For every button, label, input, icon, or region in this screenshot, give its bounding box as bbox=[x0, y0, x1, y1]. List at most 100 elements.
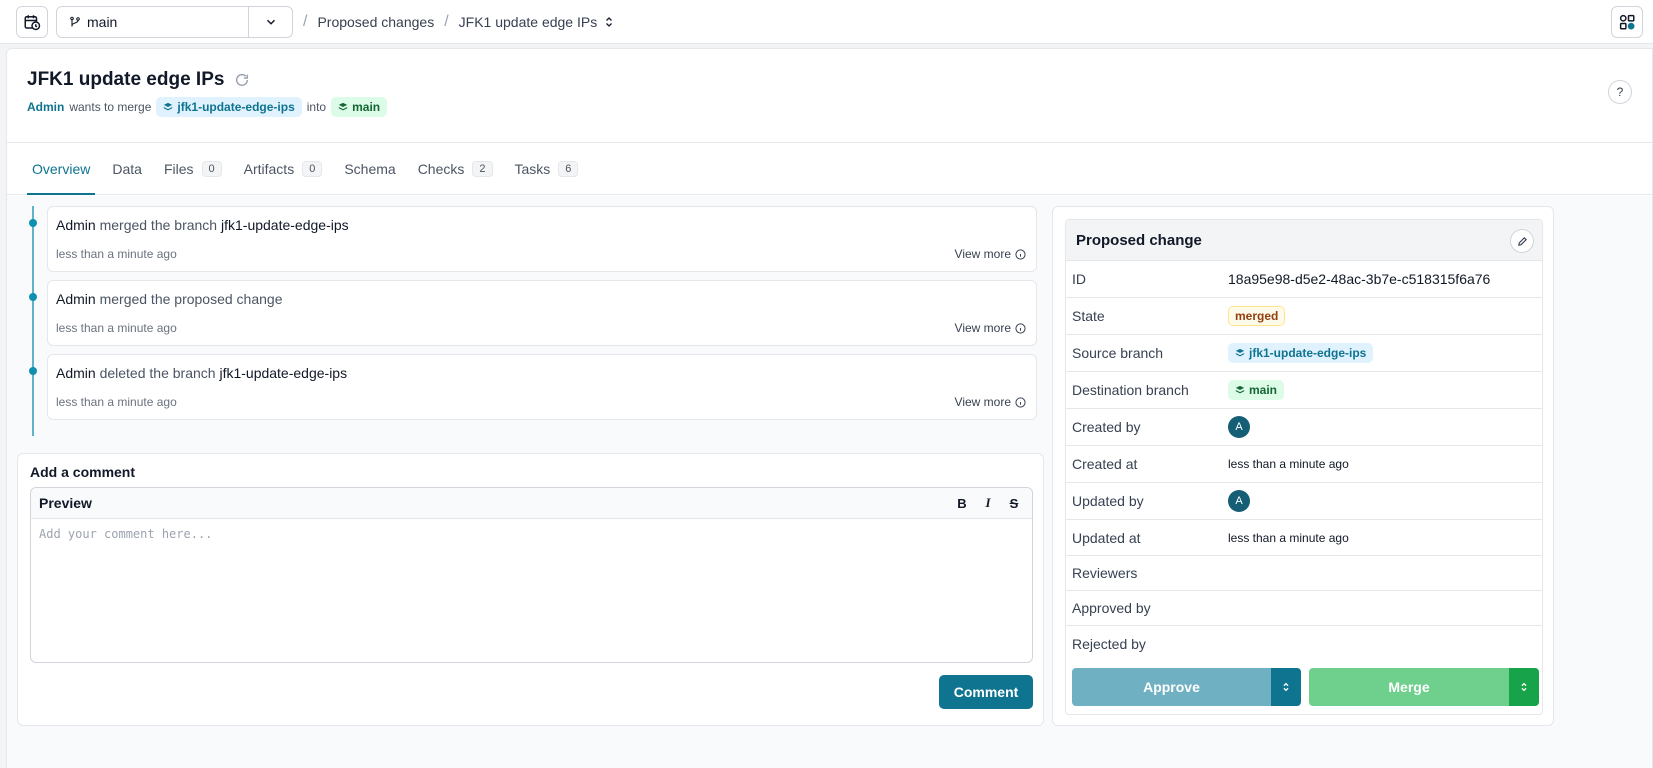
tab-files[interactable]: Files 0 bbox=[159, 143, 227, 194]
calendar-clock-icon bbox=[24, 14, 41, 30]
tab-bar: Overview Data Files 0 Artifacts 0 Schema C… bbox=[7, 143, 1652, 195]
state-badge: merged bbox=[1228, 306, 1286, 326]
approve-options-button[interactable] bbox=[1271, 668, 1301, 706]
branch-dropdown-button[interactable] bbox=[248, 6, 292, 37]
add-comment-title: Add a comment bbox=[30, 464, 136, 480]
detail-row-rejected-by: Rejected by bbox=[1066, 626, 1542, 661]
tab-label: Artifacts bbox=[243, 160, 295, 177]
tab-tasks[interactable]: Tasks 6 bbox=[510, 143, 584, 194]
avatar[interactable]: A bbox=[1228, 416, 1250, 438]
event-action: merged the branch bbox=[99, 217, 218, 233]
apps-menu-button[interactable] bbox=[1611, 6, 1643, 38]
tab-label: Data bbox=[112, 160, 142, 177]
chevron-down-icon bbox=[266, 19, 275, 25]
detail-row-created-by: Created by A bbox=[1066, 409, 1542, 446]
branch-selector-value[interactable]: main bbox=[57, 14, 248, 30]
event-time: less than a minute ago bbox=[56, 247, 177, 261]
detail-row-id: ID 18a95e98-d5e2-48ac-3b7e-c518315f6a76 bbox=[1066, 261, 1542, 298]
view-more-link[interactable]: View more bbox=[955, 321, 1026, 335]
breadcrumb-current[interactable]: JFK1 update edge IPs bbox=[459, 14, 616, 30]
calendar-clock-button[interactable] bbox=[16, 5, 48, 38]
add-comment-card: Add a comment Preview B I S Comment bbox=[17, 453, 1044, 726]
timeline-dot bbox=[29, 293, 37, 301]
proposed-change-panel: JFK1 update edge IPs Admin wants to merg… bbox=[6, 48, 1653, 768]
source-branch-name: jfk1-update-edge-ips bbox=[1249, 346, 1367, 360]
breadcrumb-proposed-changes[interactable]: Proposed changes bbox=[317, 14, 434, 30]
view-more-link[interactable]: View more bbox=[955, 247, 1026, 261]
timeline-event: Admin merged the proposed change less th… bbox=[29, 280, 1037, 346]
timeline-event: Admin deleted the branch jfk1-update-edg… bbox=[29, 354, 1037, 420]
tab-artifacts[interactable]: Artifacts 0 bbox=[239, 143, 328, 194]
chevrons-up-down-icon bbox=[1283, 682, 1289, 692]
created-at-value: less than a minute ago bbox=[1228, 457, 1349, 471]
source-branch-pill[interactable]: jfk1-update-edge-ips bbox=[1228, 343, 1374, 363]
tab-label: Schema bbox=[344, 160, 396, 177]
strikethrough-button[interactable]: S bbox=[1004, 493, 1024, 513]
event-time: less than a minute ago bbox=[56, 395, 177, 409]
tab-overview[interactable]: Overview bbox=[27, 143, 96, 195]
view-more-label: View more bbox=[954, 247, 1011, 261]
detail-row-approved-by: Approved by bbox=[1066, 591, 1542, 626]
comment-submit-button[interactable]: Comment bbox=[939, 675, 1033, 709]
apps-icon bbox=[1619, 14, 1635, 30]
tab-data[interactable]: Data bbox=[107, 143, 147, 194]
help-button[interactable]: ? bbox=[1608, 80, 1632, 104]
detail-label: Destination branch bbox=[1072, 382, 1189, 398]
detail-row-state: State merged bbox=[1066, 298, 1542, 335]
tab-label: Overview bbox=[32, 160, 91, 177]
merge-options-button[interactable] bbox=[1509, 668, 1539, 706]
event-actor: Admin bbox=[56, 217, 96, 233]
approve-button[interactable]: Approve bbox=[1072, 668, 1271, 706]
tab-count-badge: 2 bbox=[472, 160, 493, 177]
avatar[interactable]: A bbox=[1228, 490, 1250, 512]
editor-toolbar: Preview B I S bbox=[31, 488, 1032, 519]
bold-button[interactable]: B bbox=[952, 493, 972, 513]
info-icon bbox=[1015, 322, 1026, 334]
details-header: Proposed change bbox=[1066, 220, 1542, 261]
comment-input[interactable] bbox=[31, 519, 1032, 661]
tab-label: Tasks bbox=[514, 160, 551, 177]
event-description: Admin merged the proposed change bbox=[56, 291, 283, 307]
top-bar: main / Proposed changes / JFK1 update ed… bbox=[0, 0, 1653, 44]
event-target: jfk1-update-edge-ips bbox=[221, 217, 349, 233]
merge-summary: Admin wants to merge jfk1-update-edge-ip… bbox=[27, 97, 1652, 117]
detail-label: Updated by bbox=[1072, 493, 1144, 509]
details-title: Proposed change bbox=[1076, 231, 1202, 249]
source-branch-pill[interactable]: jfk1-update-edge-ips bbox=[156, 97, 302, 117]
breadcrumb-current-label: JFK1 update edge IPs bbox=[458, 13, 598, 30]
timeline-line bbox=[32, 206, 34, 436]
tab-count-badge: 6 bbox=[558, 160, 579, 177]
merge-button[interactable]: Merge bbox=[1309, 668, 1509, 706]
tab-checks[interactable]: Checks 2 bbox=[413, 143, 498, 194]
view-more-label: View more bbox=[954, 395, 1011, 409]
tab-count-badge: 0 bbox=[201, 160, 222, 177]
tab-schema[interactable]: Schema bbox=[339, 143, 400, 194]
preview-tab[interactable]: Preview bbox=[39, 495, 92, 511]
git-branch-icon bbox=[70, 16, 80, 26]
timeline-dot bbox=[29, 367, 37, 375]
details-table: Proposed change ID 18a95e98-d5e2-48ac-3b… bbox=[1065, 219, 1543, 715]
event-description: Admin merged the branch jfk1-update-edge… bbox=[56, 217, 349, 233]
author-name[interactable]: Admin bbox=[27, 100, 64, 114]
layers-icon bbox=[338, 102, 348, 111]
destination-branch-name: main bbox=[352, 100, 381, 114]
destination-branch-pill[interactable]: main bbox=[331, 97, 388, 117]
view-more-link[interactable]: View more bbox=[955, 395, 1026, 409]
italic-button[interactable]: I bbox=[978, 493, 998, 513]
current-branch: main bbox=[87, 13, 118, 30]
destination-branch-name: main bbox=[1249, 383, 1278, 397]
breadcrumb-separator: / bbox=[444, 12, 449, 30]
timeline-event: Admin merged the branch jfk1-update-edge… bbox=[29, 206, 1037, 272]
breadcrumb-separator: / bbox=[303, 12, 308, 30]
event-actor: Admin bbox=[56, 291, 96, 307]
edit-button[interactable] bbox=[1510, 229, 1534, 253]
tab-label: Checks bbox=[417, 160, 465, 177]
view-more-label: View more bbox=[954, 321, 1011, 335]
destination-branch-pill[interactable]: main bbox=[1228, 380, 1285, 400]
detail-label: State bbox=[1072, 308, 1105, 324]
info-icon bbox=[1015, 248, 1026, 260]
overview-body: Admin merged the branch jfk1-update-edge… bbox=[7, 196, 1652, 768]
refresh-icon[interactable] bbox=[234, 72, 250, 88]
detail-row-reviewers: Reviewers bbox=[1066, 556, 1542, 591]
branch-selector[interactable]: main bbox=[56, 5, 293, 38]
